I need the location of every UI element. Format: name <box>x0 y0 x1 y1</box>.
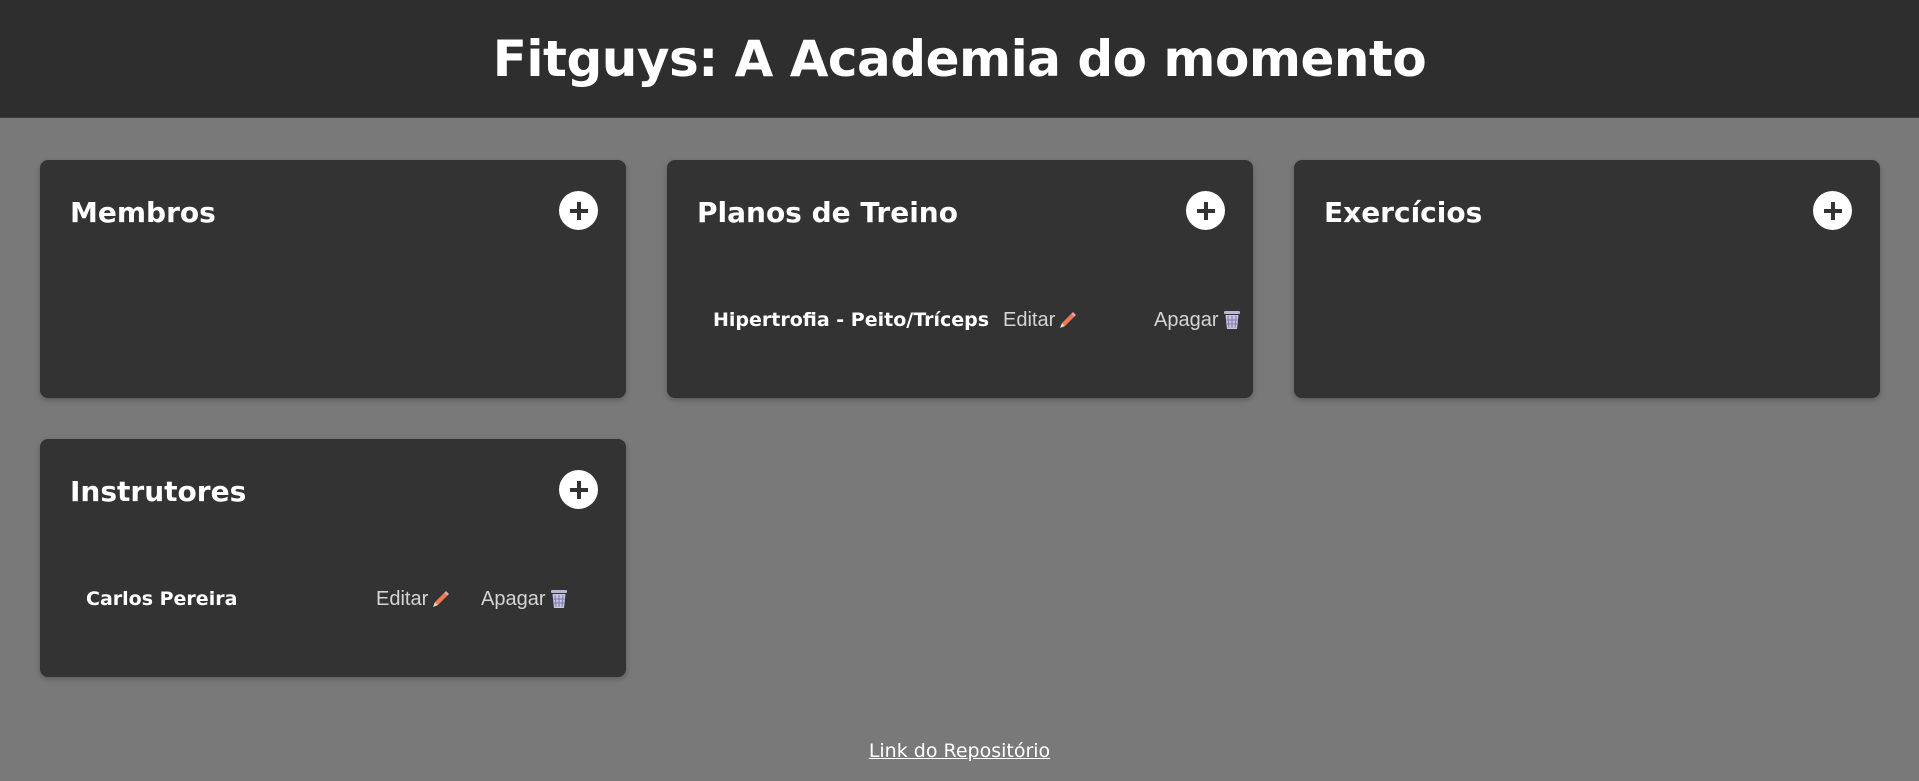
card-title: Planos de Treino <box>697 196 958 229</box>
add-exercise-button[interactable] <box>1813 191 1852 230</box>
plan-name: Hipertrofia - Peito/Tríceps <box>713 309 990 331</box>
edit-button[interactable]: Editar <box>376 588 451 611</box>
add-member-button[interactable] <box>559 191 598 230</box>
repository-link[interactable]: Link do Repositório <box>869 740 1050 762</box>
edit-label: Editar <box>376 587 429 610</box>
card-planos-de-treino: Planos de Treino Hipertrofia - Peito/Trí… <box>667 160 1253 398</box>
add-plan-button[interactable] <box>1186 191 1225 230</box>
delete-label: Apagar <box>481 587 546 610</box>
list-item: Carlos Pereira Editar Apagar <box>86 586 606 612</box>
edit-button[interactable]: Editar <box>1003 309 1078 332</box>
wastebasket-icon <box>1223 311 1240 329</box>
card-exercicios: Exercícios <box>1294 160 1880 398</box>
list-item: Hipertrofia - Peito/Tríceps Editar Apaga… <box>713 307 1240 333</box>
card-title: Exercícios <box>1324 196 1483 229</box>
edit-label: Editar <box>1003 308 1056 331</box>
pencil-icon <box>1060 312 1077 328</box>
delete-button[interactable]: Apagar <box>1154 309 1242 332</box>
plus-icon <box>1196 201 1215 220</box>
plus-icon <box>569 201 588 220</box>
page-title: Fitguys: A Academia do momento <box>492 29 1427 88</box>
page-header: Fitguys: A Academia do momento <box>0 0 1919 118</box>
card-title: Membros <box>70 196 216 229</box>
plus-icon <box>1823 201 1842 220</box>
add-instructor-button[interactable] <box>559 470 598 509</box>
instructor-name: Carlos Pereira <box>86 588 238 610</box>
wastebasket-icon <box>550 590 567 608</box>
card-membros: Membros <box>40 160 626 398</box>
card-instrutores: Instrutores Carlos Pereira Editar Apagar <box>40 439 626 677</box>
footer: Link do Repositório <box>0 740 1919 762</box>
card-title: Instrutores <box>70 475 247 508</box>
pencil-icon <box>433 591 450 607</box>
delete-button[interactable]: Apagar <box>481 588 569 611</box>
plus-icon <box>569 480 588 499</box>
delete-label: Apagar <box>1154 308 1219 331</box>
